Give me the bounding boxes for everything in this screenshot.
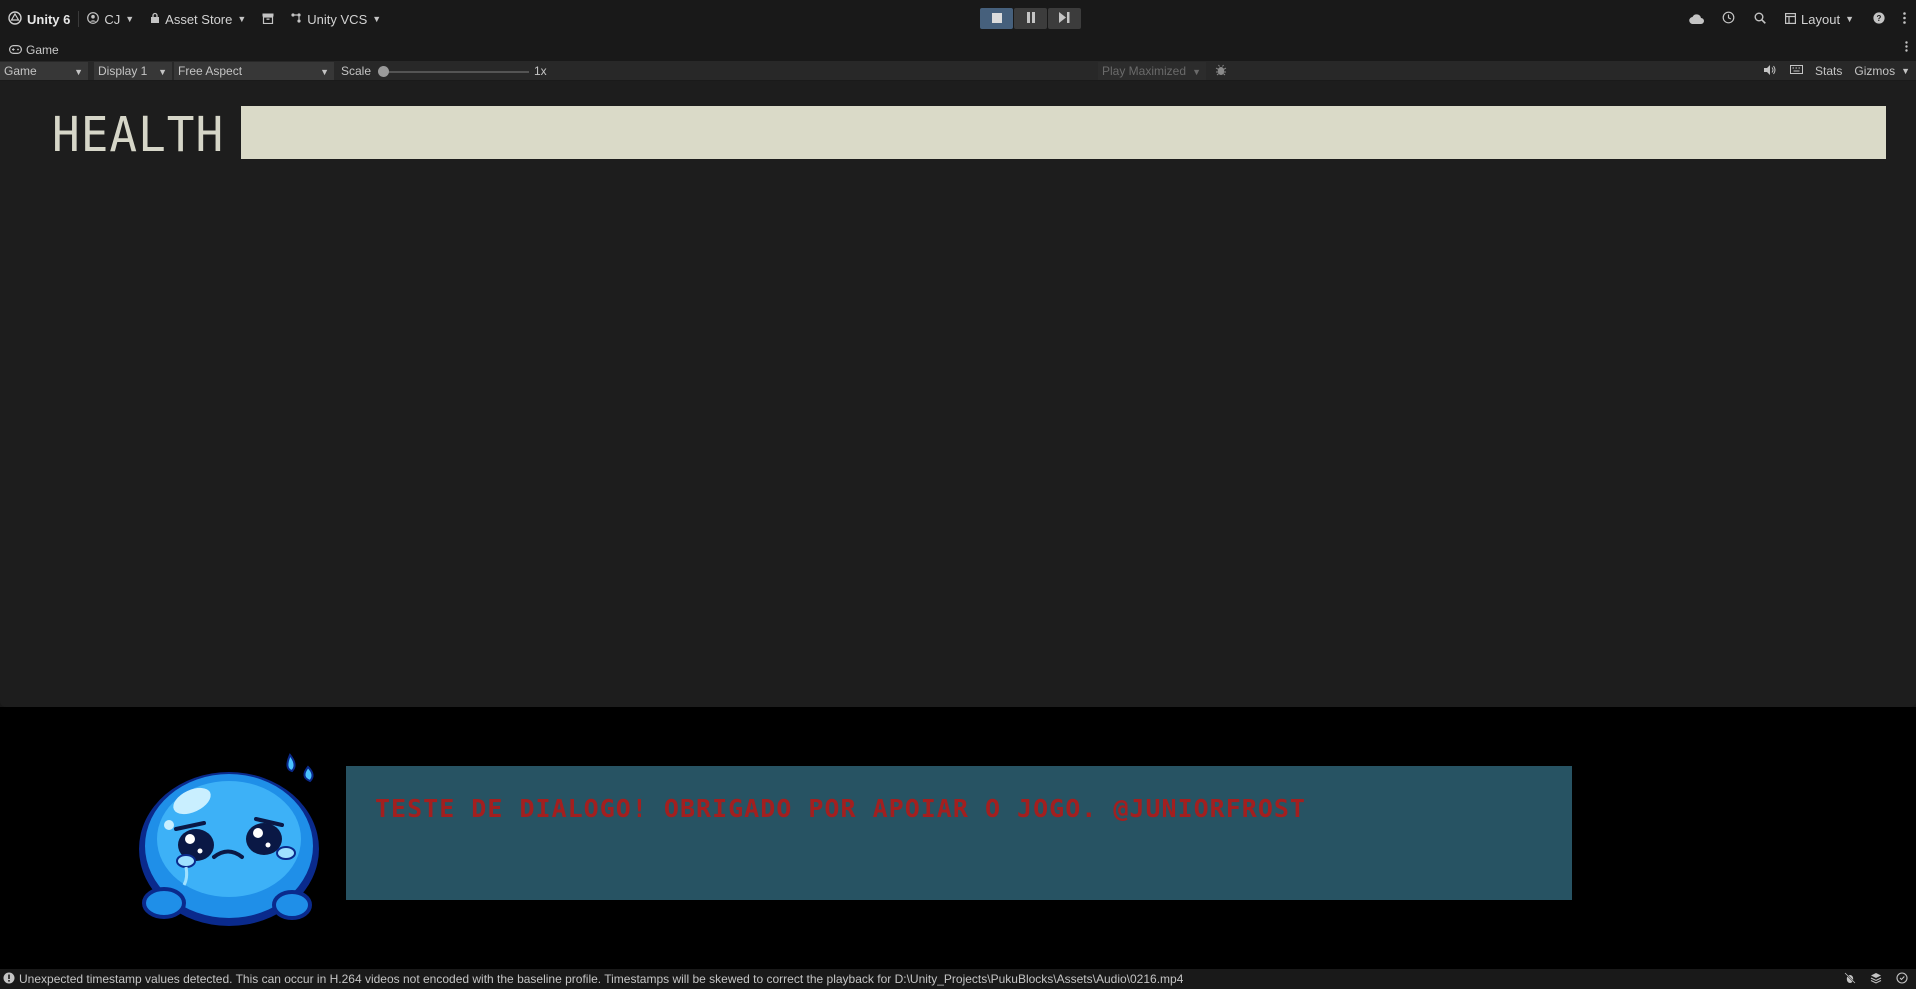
unity-vcs-label: Unity VCS — [307, 11, 368, 27]
view-mode-label: Game — [4, 64, 37, 78]
toolbar-right: Layout ▼ ? — [1681, 0, 1916, 38]
keyboard-icon — [1789, 65, 1803, 77]
gamepad-icon — [9, 43, 23, 57]
health-bar — [241, 106, 1886, 159]
frame-debugger-button[interactable] — [1208, 61, 1234, 81]
cloud-button[interactable] — [1681, 7, 1711, 31]
warning-icon — [3, 972, 15, 987]
stats-button[interactable]: Stats — [1809, 61, 1848, 81]
clock-icon — [1896, 971, 1908, 987]
progress-button[interactable] — [1892, 971, 1912, 987]
gizmos-label: Gizmos — [1854, 64, 1896, 78]
main-toolbar: Unity 6 CJ ▼ Asset Store ▼ Unity VCS ▼ L… — [0, 0, 1916, 38]
layout-label: Layout — [1801, 11, 1841, 27]
svg-text:?: ? — [1877, 14, 1882, 23]
debug-mode-button[interactable] — [1840, 971, 1860, 987]
more-button[interactable] — [1896, 7, 1912, 31]
view-mode-dropdown[interactable]: Game ▼ — [0, 62, 88, 80]
health-label: HEALTH — [52, 105, 225, 163]
cloud-icon — [1688, 12, 1704, 27]
account-icon — [87, 11, 100, 27]
stop-icon — [991, 11, 1002, 26]
package-manager-button[interactable] — [254, 7, 282, 31]
account-dropdown[interactable]: CJ ▼ — [79, 7, 142, 31]
tab-game[interactable]: Game — [0, 38, 68, 61]
dialog-box: TESTE DE DIALOGO! OBRIGADO POR APOIAR O … — [346, 766, 1572, 900]
vcs-branch-icon — [290, 12, 302, 27]
tab-options-button[interactable] — [1905, 41, 1908, 55]
chevron-down-icon: ▼ — [237, 14, 247, 24]
status-icons — [1840, 971, 1912, 987]
crying-slime-avatar — [134, 753, 329, 929]
unity-vcs-dropdown[interactable]: Unity VCS ▼ — [282, 7, 389, 31]
chevron-down-icon: ▼ — [372, 14, 382, 24]
display-label: Display 1 — [98, 64, 148, 78]
scale-slider-track[interactable] — [384, 71, 529, 73]
more-icon — [1902, 11, 1906, 27]
console-status-bar[interactable]: Unexpected timestamp values detected. Th… — [0, 969, 1916, 989]
status-message: Unexpected timestamp values detected. Th… — [19, 972, 1184, 986]
unity-version-menu[interactable]: Unity 6 — [0, 7, 78, 31]
bug-icon — [1215, 64, 1227, 79]
history-button[interactable] — [1713, 7, 1743, 31]
scale-value: 1x — [534, 64, 547, 78]
keyboard-shortcuts-button[interactable] — [1783, 61, 1809, 81]
step-button[interactable] — [1048, 8, 1081, 29]
asset-store-label: Asset Store — [165, 11, 233, 27]
app-version-label: Unity 6 — [27, 11, 71, 27]
aspect-dropdown[interactable]: Free Aspect ▼ — [174, 62, 334, 80]
play-controls — [980, 8, 1081, 29]
dialog-text: TESTE DE DIALOGO! OBRIGADO POR APOIAR O … — [375, 794, 1306, 823]
chevron-down-icon: ▼ — [1901, 66, 1910, 76]
chevron-down-icon: ▼ — [320, 67, 329, 77]
aspect-label: Free Aspect — [178, 64, 243, 78]
scale-label: Scale — [341, 64, 372, 78]
layers-button[interactable] — [1866, 971, 1886, 987]
gizmos-button[interactable]: Gizmos ▼ — [1848, 61, 1916, 81]
chevron-down-icon: ▼ — [74, 67, 83, 77]
chevron-down-icon: ▼ — [1845, 14, 1854, 24]
lock-icon — [150, 12, 160, 27]
display-dropdown[interactable]: Display 1 ▼ — [94, 62, 172, 80]
chevron-down-icon: ▼ — [158, 67, 167, 77]
window-tab-bar: Game — [0, 38, 1916, 61]
pause-icon — [1026, 11, 1036, 26]
help-icon: ? — [1873, 11, 1885, 27]
tab-game-label: Game — [26, 42, 59, 57]
layers-icon — [1870, 972, 1882, 987]
package-icon — [262, 12, 274, 27]
layout-dropdown[interactable]: Layout ▼ — [1777, 7, 1862, 31]
asset-store-dropdown[interactable]: Asset Store ▼ — [142, 7, 254, 31]
unity-logo-icon — [8, 10, 22, 28]
game-viewport[interactable]: HEALTH — [0, 81, 1916, 707]
play-mode-dropdown[interactable]: Play Maximized ▼ — [1098, 62, 1206, 80]
help-button[interactable]: ? — [1864, 7, 1894, 31]
dialog-area: TESTE DE DIALOGO! OBRIGADO POR APOIAR O … — [0, 707, 1916, 969]
audio-icon — [1764, 64, 1776, 78]
scale-slider-handle[interactable] — [378, 66, 389, 77]
stop-button[interactable] — [980, 8, 1013, 29]
search-icon — [1754, 12, 1766, 27]
chevron-down-icon: ▼ — [125, 14, 135, 24]
layout-icon — [1785, 12, 1797, 27]
more-icon — [1905, 41, 1908, 55]
bug-icon — [1844, 971, 1856, 987]
history-icon — [1722, 11, 1735, 27]
game-view-toolbar: Game ▼ Display 1 ▼ Free Aspect ▼ Scale 1… — [0, 61, 1916, 81]
pause-button[interactable] — [1014, 8, 1047, 29]
search-button[interactable] — [1745, 7, 1775, 31]
step-icon — [1059, 11, 1070, 26]
play-mode-label: Play Maximized — [1102, 64, 1187, 78]
mute-audio-button[interactable] — [1757, 61, 1783, 81]
game-toolbar-right: Stats Gizmos ▼ — [1757, 61, 1916, 81]
chevron-down-icon: ▼ — [1192, 67, 1201, 77]
account-label: CJ — [104, 11, 121, 27]
